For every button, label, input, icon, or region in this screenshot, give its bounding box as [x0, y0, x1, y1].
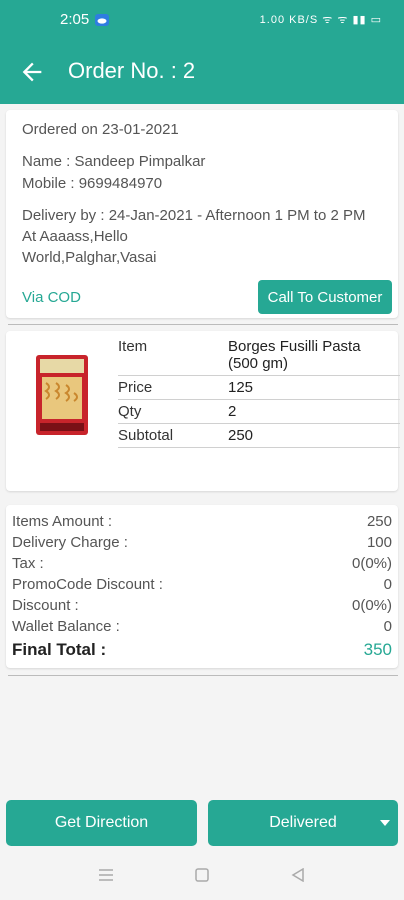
back-arrow-icon[interactable]	[18, 58, 46, 86]
qty-label: Qty	[118, 403, 142, 420]
summary-value: 0	[383, 618, 392, 635]
price-summary-card: Items Amount : 250 Delivery Charge : 100…	[6, 505, 398, 668]
summary-label: Tax :	[12, 555, 44, 572]
qty-row: Qty 2	[118, 400, 400, 424]
cloud-icon	[95, 14, 109, 26]
ordered-on-text: Ordered on 23-01-2021	[22, 121, 179, 138]
summary-value: 0	[383, 576, 392, 593]
price-value: 125	[228, 379, 254, 396]
final-total-value: 350	[363, 640, 392, 659]
summary-row: Items Amount : 250	[12, 513, 392, 530]
app-bar: Order No. : 2	[0, 42, 404, 104]
order-info-card: Ordered on 23-01-2021 Name : Sandeep Pim…	[6, 110, 398, 318]
summary-value: 100	[366, 534, 392, 551]
summary-row: Wallet Balance : 0	[12, 618, 392, 635]
subtotal-value: 250	[228, 427, 254, 444]
status-icons: 1.00 KB/S ᯤ ᯤ ▮▮ ▭	[259, 14, 382, 26]
delivery-address-line2: World,Palghar,Vasai	[22, 249, 157, 266]
customer-mobile: Mobile : 9699484970	[22, 175, 163, 192]
delivered-label: Delivered	[269, 814, 337, 831]
item-row: Item Borges Fusilli Pasta (500 gm)	[118, 335, 400, 376]
dropdown-caret-icon[interactable]	[380, 820, 390, 826]
item-label: Item	[118, 338, 148, 355]
summary-row: PromoCode Discount : 0	[12, 576, 392, 593]
final-total-row: Final Total : 350	[12, 640, 392, 660]
subtotal-row: Subtotal 250	[118, 424, 400, 448]
payment-mode: Via COD	[22, 289, 81, 306]
page-title: Order No. : 2	[68, 58, 196, 83]
get-direction-button[interactable]: Get Direction	[6, 800, 197, 846]
summary-row: Tax : 0(0%)	[12, 555, 392, 572]
summary-value: 250	[366, 513, 392, 530]
product-image	[36, 355, 88, 435]
item-name-line1: Borges Fusilli Pasta	[228, 338, 361, 355]
summary-row: Discount : 0(0%)	[12, 597, 392, 614]
summary-label: Items Amount :	[12, 513, 113, 530]
item-name: Borges Fusilli Pasta (500 gm)	[228, 335, 400, 375]
item-card: Item Borges Fusilli Pasta (500 gm) Price…	[6, 331, 400, 491]
subtotal-label: Subtotal	[118, 427, 174, 444]
divider	[8, 324, 398, 325]
system-nav-bar	[0, 852, 404, 900]
summary-label: Delivery Charge :	[12, 534, 128, 551]
delivery-slot: Delivery by : 24-Jan-2021 - Afternoon 1 …	[22, 207, 366, 224]
item-name-line2: (500 gm)	[228, 355, 289, 372]
summary-value: 0(0%)	[351, 597, 392, 614]
summary-row: Delivery Charge : 100	[12, 534, 392, 551]
item-details-table: Item Borges Fusilli Pasta (500 gm) Price…	[118, 335, 400, 448]
recent-apps-icon[interactable]	[98, 868, 114, 882]
summary-label: Wallet Balance :	[12, 618, 120, 635]
call-customer-button[interactable]: Call To Customer	[258, 280, 392, 314]
qty-value: 2	[228, 403, 237, 420]
divider	[8, 675, 398, 676]
summary-label: Discount :	[12, 597, 79, 614]
summary-value: 0(0%)	[351, 555, 392, 572]
delivery-address-line1: At Aaaass,Hello	[22, 228, 128, 245]
summary-label: PromoCode Discount :	[12, 576, 163, 593]
status-time: 2:05	[60, 11, 90, 28]
final-total-label: Final Total :	[12, 640, 107, 659]
price-label: Price	[118, 379, 153, 396]
status-bar: 2:05 1.00 KB/S ᯤ ᯤ ▮▮ ▭	[0, 0, 404, 42]
customer-name: Name : Sandeep Pimpalkar	[22, 153, 206, 170]
price-row: Price 125	[118, 376, 400, 400]
home-icon[interactable]	[195, 868, 209, 882]
back-nav-icon[interactable]	[291, 868, 305, 882]
delivered-status-button[interactable]: Delivered	[208, 800, 398, 846]
